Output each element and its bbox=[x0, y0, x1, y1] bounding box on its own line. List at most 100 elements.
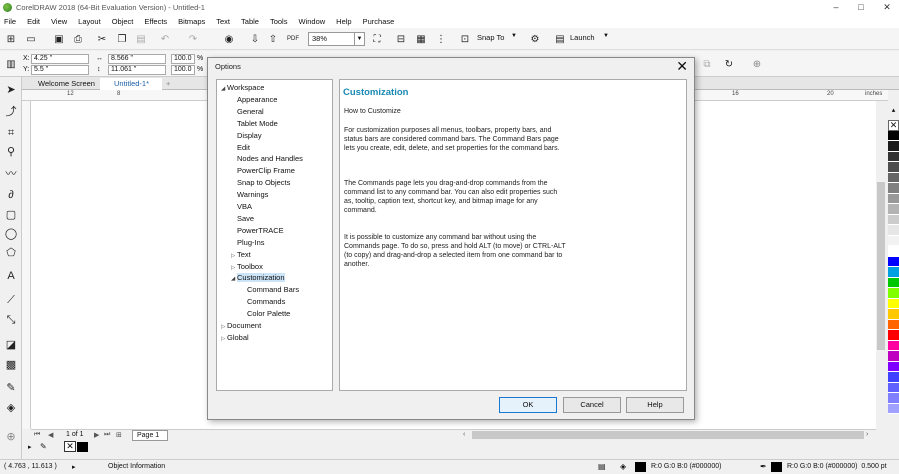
print-icon[interactable]: ⎙ bbox=[71, 32, 85, 46]
scroll-left-icon[interactable]: ‹ bbox=[463, 431, 465, 438]
show-rulers-icon[interactable]: ⊟ bbox=[394, 32, 408, 46]
color-swatch[interactable] bbox=[888, 361, 899, 372]
black-swatch[interactable] bbox=[77, 442, 88, 452]
color-swatch[interactable] bbox=[888, 130, 899, 141]
paper-size-icon[interactable]: ▥ bbox=[4, 57, 18, 71]
snap-to-icon[interactable]: ⊡ bbox=[458, 32, 472, 46]
show-guidelines-icon[interactable]: ⋮ bbox=[434, 32, 448, 46]
menu-table[interactable]: Table bbox=[241, 17, 259, 26]
interactive-fill-tool-icon[interactable]: ◈ bbox=[4, 400, 18, 414]
export-icon[interactable]: ⇧ bbox=[266, 32, 280, 46]
minimize-button[interactable]: – bbox=[825, 0, 847, 14]
tree-item-appearance[interactable]: Appearance bbox=[231, 95, 277, 105]
color-swatch[interactable] bbox=[888, 256, 899, 267]
color-proofing-icon[interactable]: ▤ bbox=[598, 462, 606, 471]
connector-tool-icon[interactable]: ⤡ bbox=[4, 313, 18, 327]
tree-item-text[interactable]: ▷ Text bbox=[231, 250, 251, 260]
chevron-down-icon[interactable]: ▼ bbox=[511, 33, 517, 39]
palette-flyout-icon[interactable]: ▴ bbox=[888, 106, 899, 118]
color-swatch[interactable] bbox=[888, 309, 899, 320]
ellipse-tool-icon[interactable]: ◯ bbox=[4, 226, 18, 240]
tree-item-customization[interactable]: ◢ Customization bbox=[231, 273, 285, 283]
prev-page-icon[interactable]: ◀ bbox=[48, 431, 53, 439]
polygon-tool-icon[interactable]: ⬠ bbox=[4, 245, 18, 259]
close-window-button[interactable]: ✕ bbox=[876, 0, 898, 14]
vertical-scroll-thumb[interactable] bbox=[877, 182, 885, 350]
pick-tool-icon[interactable]: ➤ bbox=[4, 82, 18, 96]
color-swatch[interactable] bbox=[888, 382, 899, 393]
tree-item-edit[interactable]: Edit bbox=[231, 143, 250, 153]
publish-pdf-icon[interactable]: PDF bbox=[286, 32, 300, 46]
maximize-button[interactable]: □ bbox=[850, 0, 872, 14]
outline-color-swatch[interactable] bbox=[771, 462, 782, 472]
page-tab[interactable]: Page 1 bbox=[132, 430, 168, 441]
snap-to-dropdown[interactable]: Snap To bbox=[477, 33, 504, 42]
menu-bitmaps[interactable]: Bitmaps bbox=[178, 17, 205, 26]
color-swatch[interactable] bbox=[888, 319, 899, 330]
chevron-down-icon[interactable]: ▼ bbox=[603, 33, 609, 39]
color-swatch[interactable] bbox=[888, 330, 899, 341]
menu-file[interactable]: File bbox=[4, 17, 16, 26]
close-icon[interactable]: ✕ bbox=[676, 58, 688, 75]
vertical-ruler[interactable] bbox=[22, 101, 31, 429]
color-swatch[interactable] bbox=[888, 204, 899, 215]
color-swatch[interactable] bbox=[888, 151, 899, 162]
mirror-icon[interactable]: ⧉ bbox=[700, 57, 714, 71]
save-icon[interactable]: ▣ bbox=[52, 32, 66, 46]
y-position-field[interactable]: 5.5 " bbox=[31, 65, 89, 75]
last-page-icon[interactable]: ⏭ bbox=[104, 431, 110, 439]
color-swatch[interactable] bbox=[888, 246, 899, 257]
tree-item-color-palette[interactable]: Color Palette bbox=[241, 309, 290, 319]
add-tool-icon[interactable]: ⊕ bbox=[4, 429, 18, 443]
next-page-icon[interactable]: ▶ bbox=[94, 431, 99, 439]
search-content-icon[interactable]: ◉ bbox=[222, 32, 236, 46]
tree-item-powerclip-frame[interactable]: PowerClip Frame bbox=[231, 166, 295, 176]
chevron-right-icon[interactable]: ▸ bbox=[72, 463, 76, 471]
rectangle-tool-icon[interactable]: ▢ bbox=[4, 207, 18, 221]
tree-item-powertrace[interactable]: PowerTRACE bbox=[231, 226, 284, 236]
color-swatch[interactable] bbox=[888, 403, 899, 414]
color-swatch[interactable] bbox=[888, 267, 899, 278]
color-swatch[interactable] bbox=[888, 162, 899, 173]
scroll-right-icon[interactable]: › bbox=[866, 431, 868, 438]
undo-icon[interactable]: ↶ bbox=[158, 32, 172, 46]
eyedropper-icon[interactable]: ✎ bbox=[40, 442, 47, 451]
add-icon[interactable]: ⊕ bbox=[750, 57, 764, 71]
menu-text[interactable]: Text bbox=[216, 17, 230, 26]
x-position-field[interactable]: 4.25 " bbox=[31, 54, 89, 64]
menu-effects[interactable]: Effects bbox=[144, 17, 167, 26]
parallel-dimension-tool-icon[interactable]: ⟋ bbox=[4, 293, 18, 307]
tree-item-save[interactable]: Save bbox=[231, 214, 254, 224]
add-page-icon[interactable]: ⊞ bbox=[116, 431, 122, 439]
curve-tool-icon[interactable]: ∂ bbox=[4, 188, 18, 202]
color-swatch[interactable] bbox=[888, 235, 899, 246]
tree-item-command-bars[interactable]: Command Bars bbox=[241, 285, 299, 295]
drop-shadow-tool-icon[interactable]: ◪ bbox=[4, 337, 18, 351]
new-tab-plus-icon[interactable]: + bbox=[163, 78, 175, 90]
tree-item-document[interactable]: ▷ Document bbox=[221, 321, 261, 331]
show-grid-icon[interactable]: ▦ bbox=[414, 32, 428, 46]
copy-icon[interactable]: ❐ bbox=[115, 32, 129, 46]
menu-view[interactable]: View bbox=[51, 17, 67, 26]
options-gear-icon[interactable]: ⚙ bbox=[528, 32, 542, 46]
horizontal-scrollbar[interactable] bbox=[472, 431, 864, 439]
tree-item-plug-ins[interactable]: Plug-Ins bbox=[231, 238, 265, 248]
application-launcher-icon[interactable]: ▤ bbox=[553, 32, 567, 46]
color-swatch[interactable] bbox=[888, 277, 899, 288]
menu-window[interactable]: Window bbox=[298, 17, 325, 26]
tree-item-general[interactable]: General bbox=[231, 107, 264, 117]
shape-tool-icon[interactable]: ⤴ bbox=[4, 104, 18, 118]
tab-welcome-screen[interactable]: Welcome Screen bbox=[24, 78, 98, 90]
menu-layout[interactable]: Layout bbox=[78, 17, 101, 26]
color-swatch[interactable] bbox=[888, 393, 899, 404]
color-swatch[interactable] bbox=[888, 141, 899, 152]
help-button[interactable]: Help bbox=[626, 397, 684, 413]
zoom-tool-icon[interactable]: ⚲ bbox=[4, 144, 18, 158]
crop-tool-icon[interactable]: ⌗ bbox=[4, 126, 18, 140]
color-swatch[interactable] bbox=[888, 225, 899, 236]
full-screen-icon[interactable]: ⛶ bbox=[370, 32, 384, 46]
tab-untitled-1[interactable]: Untitled-1* bbox=[100, 78, 162, 90]
cancel-button[interactable]: Cancel bbox=[563, 397, 621, 413]
new-document-icon[interactable]: ⊞ bbox=[4, 32, 18, 46]
color-swatch[interactable] bbox=[888, 193, 899, 204]
